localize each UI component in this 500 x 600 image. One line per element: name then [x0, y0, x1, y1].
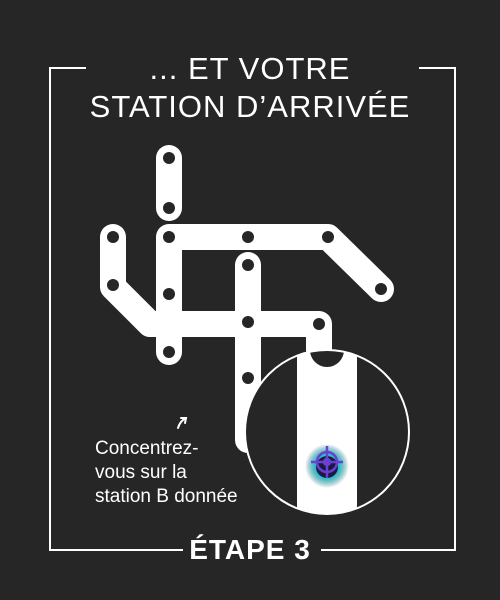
station-dot — [242, 316, 254, 328]
station-dot — [163, 231, 175, 243]
station-dot — [322, 231, 334, 243]
station-dot — [375, 283, 387, 295]
title-line-2: STATION D’ARRIVÉE — [89, 89, 411, 124]
instruction-line-1: Concentrez- — [95, 438, 199, 459]
magnifier-lens — [244, 349, 410, 515]
station-dot — [242, 372, 254, 384]
instruction-line-2: vous sur la — [95, 462, 187, 483]
instruction-line-3: station B donnée — [95, 486, 238, 507]
title-line-1: ... ET VOTRE — [149, 51, 351, 86]
tutorial-card: ... ET VOTRE STATION D’ARRIVÉE Concentre… — [0, 0, 500, 600]
station-dot — [163, 152, 175, 164]
station-dot — [313, 318, 325, 330]
station-dot — [163, 288, 175, 300]
station-dot — [107, 231, 119, 243]
station-dot — [107, 279, 119, 291]
station-dot — [163, 346, 175, 358]
station-dot — [163, 202, 175, 214]
step-label: ÉTAPE 3 — [189, 534, 311, 565]
station-dot — [242, 231, 254, 243]
station-dot — [242, 259, 254, 271]
curved-arrow-icon — [177, 417, 188, 429]
